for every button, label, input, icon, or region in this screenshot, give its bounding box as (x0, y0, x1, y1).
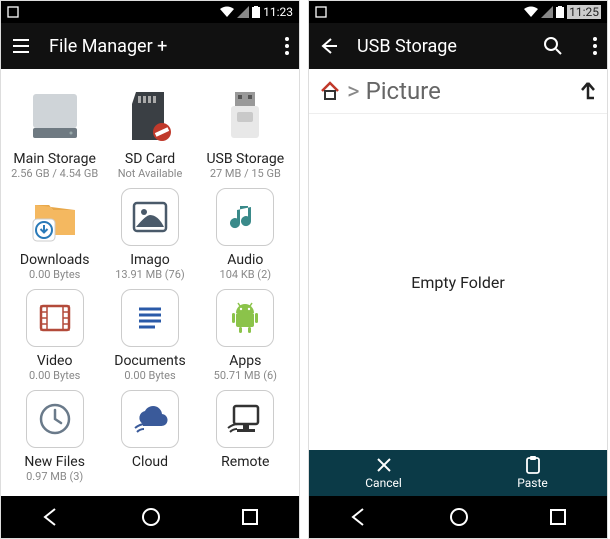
grid-item-downloads[interactable]: Downloads 0.00 Bytes (9, 188, 100, 281)
nav-home-icon[interactable] (140, 506, 162, 528)
grid-item-label: Apps (229, 353, 261, 369)
grid-item-sublabel: Not Available (118, 167, 183, 180)
more-icon[interactable] (593, 37, 597, 55)
app-title: File Manager + (49, 36, 167, 57)
close-icon (375, 456, 393, 474)
grid-item-label: Main Storage (13, 151, 96, 167)
up-icon[interactable] (579, 80, 597, 102)
grid-item-audio[interactable]: Audio 104 KB (2) (200, 188, 291, 281)
empty-folder-message: Empty Folder (309, 114, 607, 450)
signal-icon (541, 6, 553, 18)
status-icons: 11:25 (524, 5, 601, 19)
wifi-icon (220, 6, 234, 18)
signal-icon (237, 6, 249, 18)
nav-home-icon[interactable] (448, 506, 470, 528)
wifi-icon (524, 6, 538, 18)
grid-item-sublabel: 50.71 MB (6) (214, 369, 277, 382)
cancel-label: Cancel (365, 476, 402, 490)
clock-icon (26, 390, 84, 448)
grid-item-label: Video (37, 353, 73, 369)
status-icons: 11:23 (220, 5, 293, 19)
grid-item-sublabel: 0.97 MB (3) (26, 470, 83, 483)
content-right: > Picture Empty Folder Cancel Paste (309, 69, 607, 496)
clock: 11:25 (567, 5, 601, 19)
actionbar: Cancel Paste (309, 450, 607, 496)
phone-right: 11:25 USB Storage > Picture Empty F (308, 0, 608, 539)
grid-item-sublabel: 2.56 GB / 4.54 GB (11, 167, 98, 180)
grid-item-new-files[interactable]: New Files 0.97 MB (3) (9, 390, 100, 483)
grid-item-images[interactable]: Imago 13.91 MB (76) (104, 188, 195, 281)
sdcard-icon (121, 87, 179, 145)
statusbar-left: 11:23 (1, 1, 299, 23)
grid-item-label: Imago (130, 252, 170, 268)
grid-item-label: Cloud (132, 454, 168, 470)
navbar-left (1, 496, 299, 538)
breadcrumb[interactable]: > Picture (309, 69, 607, 114)
hdd-icon (26, 87, 84, 145)
clock: 11:23 (263, 5, 293, 19)
usb-icon (216, 87, 274, 145)
search-icon[interactable] (543, 36, 563, 56)
cancel-button[interactable]: Cancel (309, 450, 458, 496)
grid-item-label: New Files (24, 454, 85, 470)
grid-item-sublabel: 0.00 Bytes (124, 369, 175, 382)
notification-icon (315, 6, 327, 18)
grid-item-main-storage[interactable]: Main Storage 2.56 GB / 4.54 GB (9, 87, 100, 180)
phone-left: 11:23 File Manager + Main Storage 2.56 G… (0, 0, 300, 539)
paste-label: Paste (517, 476, 548, 490)
audio-icon (216, 188, 274, 246)
chevron-icon: > (347, 77, 360, 105)
navbar-right (309, 496, 607, 538)
grid-item-sublabel: 13.91 MB (76) (115, 268, 185, 281)
grid-item-apps[interactable]: Apps 50.71 MB (6) (200, 289, 291, 382)
grid-item-sd-card[interactable]: SD Card Not Available (104, 87, 195, 180)
grid-item-label: USB Storage (206, 151, 284, 167)
grid-item-sublabel: 104 KB (2) (220, 268, 272, 281)
remote-icon (216, 390, 274, 448)
main-grid-area: Main Storage 2.56 GB / 4.54 GB SD Card N… (1, 69, 299, 496)
grid-item-sublabel: 27 MB / 15 GB (210, 167, 281, 180)
appbar-right: USB Storage (309, 23, 607, 69)
grid-item-sublabel: 0.00 Bytes (29, 268, 80, 281)
grid-item-label: Remote (221, 454, 269, 470)
document-icon (121, 289, 179, 347)
menu-icon[interactable] (11, 36, 31, 56)
paste-button[interactable]: Paste (458, 450, 607, 496)
nav-back-icon[interactable] (348, 506, 370, 528)
grid-item-label: Audio (227, 252, 263, 268)
nav-recent-icon[interactable] (240, 507, 260, 527)
downloads-icon (26, 188, 84, 246)
nav-recent-icon[interactable] (548, 507, 568, 527)
grid-item-cloud[interactable]: Cloud (104, 390, 195, 483)
appbar-left: File Manager + (1, 23, 299, 69)
home-icon[interactable] (319, 80, 341, 102)
battery-icon (556, 6, 564, 18)
notification-icon (7, 6, 19, 18)
more-icon[interactable] (285, 37, 289, 55)
image-icon (121, 188, 179, 246)
statusbar-right: 11:25 (309, 1, 607, 23)
apps-icon (216, 289, 274, 347)
grid-item-sublabel: 0.00 Bytes (29, 369, 80, 382)
grid-item-label: Downloads (20, 252, 90, 268)
grid-item-label: SD Card (125, 151, 175, 167)
grid-item-video[interactable]: Video 0.00 Bytes (9, 289, 100, 382)
battery-icon (252, 6, 260, 18)
cloud-icon (121, 390, 179, 448)
breadcrumb-path: Picture (366, 77, 441, 105)
grid-item-remote[interactable]: Remote (200, 390, 291, 483)
clipboard-icon (525, 456, 541, 474)
grid-item-usb-storage[interactable]: USB Storage 27 MB / 15 GB (200, 87, 291, 180)
grid-item-label: Documents (114, 353, 185, 369)
app-title: USB Storage (357, 36, 457, 57)
video-icon (26, 289, 84, 347)
grid-item-documents[interactable]: Documents 0.00 Bytes (104, 289, 195, 382)
back-icon[interactable] (319, 36, 339, 56)
nav-back-icon[interactable] (40, 506, 62, 528)
